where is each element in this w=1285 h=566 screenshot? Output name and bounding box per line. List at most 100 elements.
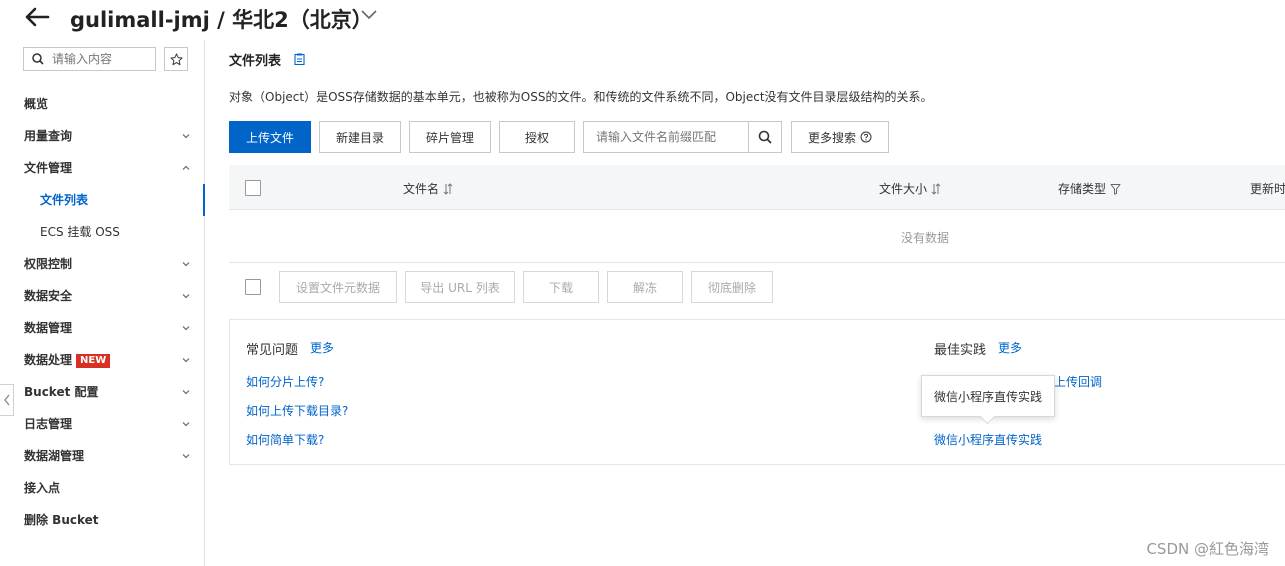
- file-search: [583, 121, 782, 153]
- sidebar-item-label: 数据湖管理: [24, 449, 85, 463]
- authorize-button[interactable]: 授权: [499, 121, 575, 153]
- chevron-down-icon: [182, 134, 190, 139]
- column-header-updated[interactable]: 更新时间: [1250, 180, 1285, 197]
- sidebar-item-label: 文件列表: [40, 193, 89, 207]
- favorite-button[interactable]: [164, 47, 188, 71]
- sidebar-item-label: Bucket 配置: [24, 385, 99, 399]
- sidebar-search[interactable]: [23, 47, 156, 71]
- sidebar-item-file-mgmt[interactable]: 文件管理: [0, 152, 204, 184]
- column-label: 更新时间: [1250, 182, 1285, 196]
- select-all-checkbox[interactable]: [245, 180, 261, 196]
- column-header-filename[interactable]: 文件名: [403, 180, 453, 197]
- upload-file-button[interactable]: 上传文件: [229, 121, 311, 153]
- bulk-select-checkbox[interactable]: [245, 279, 261, 295]
- sidebar-item-label: 权限控制: [24, 257, 73, 271]
- sidebar-item-data-lake[interactable]: 数据湖管理: [0, 440, 204, 472]
- faq-link-simple-download[interactable]: 如何简单下载?: [246, 431, 324, 448]
- fragment-mgmt-button[interactable]: 碎片管理: [409, 121, 491, 153]
- sidebar-item-access-point[interactable]: 接入点: [0, 472, 204, 504]
- chevron-down-icon[interactable]: [360, 8, 380, 24]
- sidebar-item-file-list[interactable]: 文件列表: [0, 184, 205, 216]
- chevron-down-icon: [182, 422, 190, 427]
- faq-link-directory[interactable]: 如何上传下载目录?: [246, 402, 348, 419]
- column-label: 存储类型: [1058, 182, 1107, 196]
- sidebar-search-input[interactable]: [52, 52, 148, 66]
- faq-title: 常见问题: [246, 343, 299, 358]
- chevron-down-icon: [182, 390, 190, 395]
- document-icon[interactable]: [294, 53, 305, 68]
- search-icon: [32, 53, 44, 65]
- chevron-left-icon: [3, 394, 10, 406]
- chevron-down-icon: [182, 262, 190, 267]
- empty-text: 没有数据: [900, 231, 949, 245]
- permanent-delete-button[interactable]: 彻底删除: [691, 271, 773, 303]
- sidebar-item-label: 接入点: [24, 481, 61, 495]
- bulk-action-bar: 设置文件元数据 导出 URL 列表 下载 解冻 彻底删除: [229, 271, 1285, 303]
- sidebar-item-ecs-mount[interactable]: ECS 挂载 OSS: [0, 216, 204, 248]
- search-icon: [758, 130, 772, 144]
- sidebar-item-label: 删除 Bucket: [24, 513, 99, 527]
- column-label: 文件大小: [879, 182, 928, 196]
- sidebar-item-label: 概览: [24, 97, 49, 111]
- sidebar-nav: 概览 用量查询 文件管理 文件列表 ECS 挂载 OSS 权限控制 数据安全 数…: [0, 88, 205, 536]
- sidebar-item-label: 日志管理: [24, 417, 73, 431]
- sidebar-item-data-processing[interactable]: 数据处理 NEW: [0, 344, 204, 376]
- new-directory-button[interactable]: 新建目录: [319, 121, 401, 153]
- header: gulimall-jmj / 华北2（北京）: [0, 0, 1285, 40]
- sidebar-item-log-mgmt[interactable]: 日志管理: [0, 408, 204, 440]
- chevron-down-icon: [182, 454, 190, 459]
- new-badge: NEW: [76, 354, 111, 368]
- practice-link-wechat-upload[interactable]: 微信小程序直传实践: [934, 431, 1042, 448]
- column-header-storage-type[interactable]: 存储类型: [1058, 180, 1121, 197]
- unfreeze-button[interactable]: 解冻: [607, 271, 683, 303]
- download-button[interactable]: 下载: [523, 271, 599, 303]
- sidebar-item-overview[interactable]: 概览: [0, 88, 204, 120]
- best-practice-more-link[interactable]: 更多: [998, 339, 1022, 356]
- star-icon: [169, 52, 183, 65]
- more-search-button[interactable]: 更多搜索: [791, 121, 889, 153]
- file-search-input[interactable]: [584, 122, 749, 152]
- chevron-down-icon: [182, 294, 190, 299]
- faq-more-link[interactable]: 更多: [310, 339, 334, 356]
- page-title: 文件列表: [229, 54, 282, 69]
- sidebar-item-label: 文件管理: [24, 161, 73, 175]
- help-icon: [860, 131, 872, 143]
- sidebar-item-usage[interactable]: 用量查询: [0, 120, 204, 152]
- search-button[interactable]: [748, 122, 781, 152]
- sidebar-item-label: 数据管理: [24, 321, 73, 335]
- sidebar-item-label: ECS 挂载 OSS: [40, 225, 120, 239]
- sort-icon: [443, 182, 453, 195]
- set-metadata-button[interactable]: 设置文件元数据: [279, 271, 397, 303]
- sidebar-item-label: 数据处理: [24, 353, 73, 367]
- table-header: 文件名 文件大小 存储类型 更新时间: [229, 165, 1285, 210]
- main-content: 文件列表 对象（Object）是OSS存储数据的基本单元，也被称为OSS的文件。…: [229, 40, 1285, 566]
- sort-icon: [931, 182, 941, 195]
- toolbar: 上传文件 新建目录 碎片管理 授权 更多搜索: [229, 121, 1285, 153]
- more-search-label: 更多搜索: [807, 130, 856, 145]
- sidebar-collapse-toggle[interactable]: [0, 384, 14, 416]
- sidebar-item-data-mgmt[interactable]: 数据管理: [0, 312, 204, 344]
- bucket-title: gulimall-jmj / 华北2（北京）: [70, 8, 373, 32]
- faq-link-multipart[interactable]: 如何分片上传?: [246, 373, 324, 390]
- sidebar-item-data-security[interactable]: 数据安全: [0, 280, 204, 312]
- chevron-down-icon: [182, 358, 190, 363]
- watermark: CSDN @紅色海湾: [1146, 540, 1269, 558]
- back-arrow-icon[interactable]: [24, 6, 54, 30]
- help-panel: 常见问题 更多 如何分片上传? 如何上传下载目录? 如何简单下载? 最佳实践 更…: [229, 319, 1285, 465]
- tooltip: 微信小程序直传实践: [921, 375, 1055, 417]
- page-description: 对象（Object）是OSS存储数据的基本单元，也被称为OSS的文件。和传统的文…: [229, 90, 933, 104]
- practice-link-upload-callback[interactable]: 上传回调: [1054, 373, 1102, 390]
- sidebar-item-bucket-config[interactable]: Bucket 配置: [0, 376, 204, 408]
- sidebar-item-label: 数据安全: [24, 289, 73, 303]
- column-header-filesize[interactable]: 文件大小: [879, 180, 941, 197]
- filter-icon: [1110, 183, 1121, 194]
- export-url-button[interactable]: 导出 URL 列表: [405, 271, 515, 303]
- sidebar-item-delete-bucket[interactable]: 删除 Bucket: [0, 504, 204, 536]
- sidebar-item-access-control[interactable]: 权限控制: [0, 248, 204, 280]
- best-practice-title: 最佳实践: [934, 343, 987, 358]
- table-empty-row: 没有数据: [229, 210, 1285, 263]
- chevron-down-icon: [182, 326, 190, 331]
- tooltip-text: 微信小程序直传实践: [933, 389, 1042, 404]
- column-label: 文件名: [403, 182, 440, 196]
- chevron-up-icon: [182, 165, 190, 170]
